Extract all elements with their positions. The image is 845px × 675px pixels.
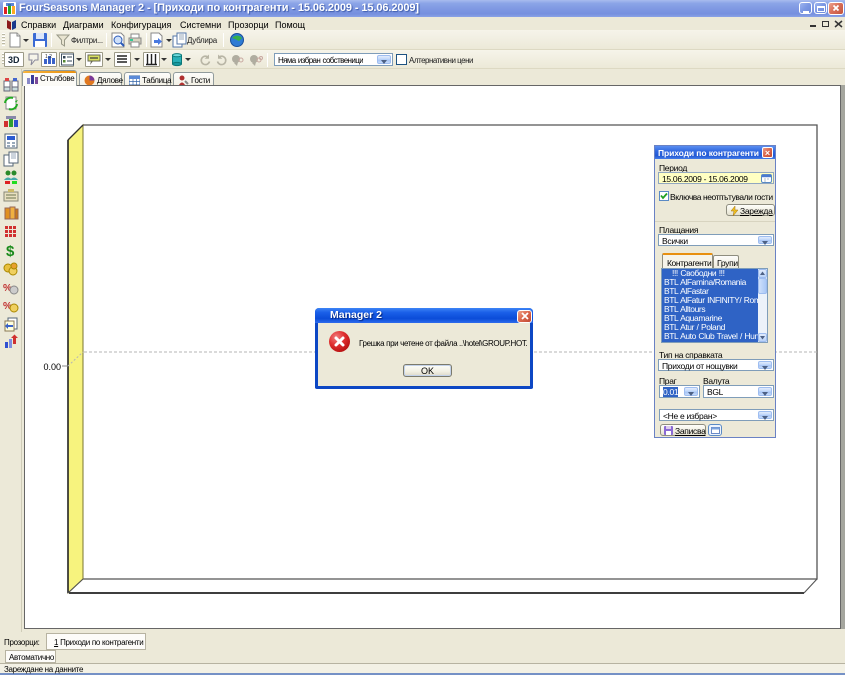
svg-text:1,2: 1,2 [45,54,52,60]
svg-text:$: $ [6,243,15,258]
svg-text:0.00: 0.00 [43,362,61,372]
